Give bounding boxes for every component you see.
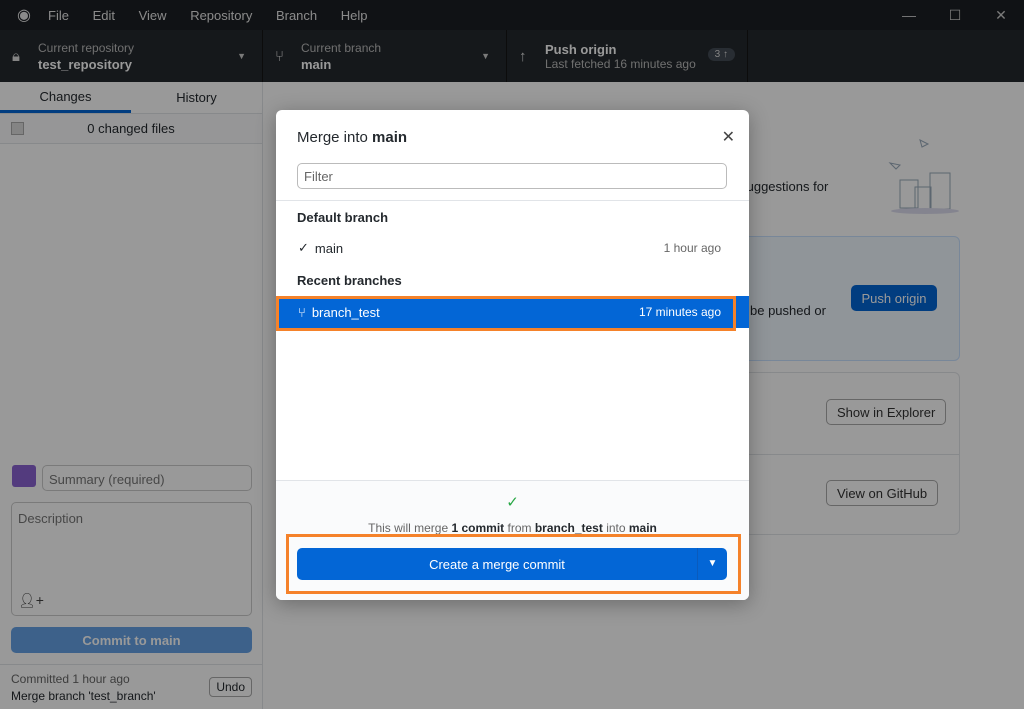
recent-branches-header: Recent branches — [297, 273, 402, 288]
close-icon[interactable]: ✕ — [722, 127, 735, 147]
merge-summary: This will merge 1 commit from branch_tes… — [368, 521, 657, 535]
branch-name: main — [314, 240, 344, 256]
highlight-box — [286, 534, 741, 594]
merge-dialog: Merge into main ✕ Filter Default branch … — [276, 110, 749, 600]
default-branch-header: Default branch — [297, 210, 389, 225]
dialog-title: Merge into main — [297, 129, 408, 146]
check-icon: ✓ — [298, 240, 309, 255]
filter-input[interactable]: Filter — [297, 163, 727, 189]
check-icon: ✓ — [506, 494, 519, 511]
dialog-footer: ✓ This will merge 1 commit from branch_t… — [276, 480, 749, 600]
branch-time: 1 hour ago — [663, 241, 721, 255]
highlight-box — [276, 296, 736, 331]
branch-item-main[interactable]: ✓ main 1 hour ago — [276, 232, 749, 264]
